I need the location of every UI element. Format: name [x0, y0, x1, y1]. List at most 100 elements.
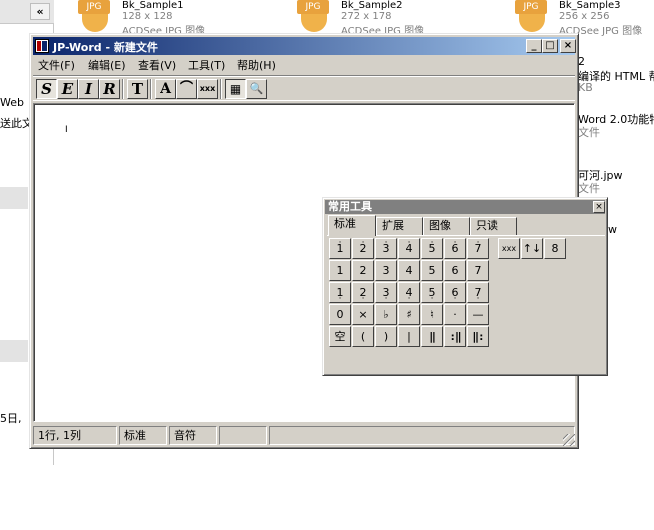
- note-key-label: ♮: [430, 308, 434, 321]
- file-name: Bk_Sample3: [559, 0, 621, 11]
- note-key[interactable]: 6 ·: [444, 282, 466, 304]
- note-key-label: ×: [358, 308, 368, 321]
- note-key-label: ): [383, 330, 389, 343]
- note-key[interactable]: 4 ·: [398, 282, 420, 304]
- window-title: JP-Word - 新建文件: [53, 41, 158, 54]
- palette-title: 常用工具: [328, 200, 372, 213]
- low-octave-dot-icon: ·: [384, 294, 388, 304]
- note-key-label: 3: [382, 264, 390, 277]
- arrows-button[interactable]: ↑↓: [521, 238, 543, 259]
- close-button[interactable]: ×: [560, 39, 576, 53]
- note-key[interactable]: 7 ·: [467, 282, 489, 304]
- tab-image[interactable]: 图像: [423, 217, 470, 235]
- palette-title-bar[interactable]: 常用工具 ×: [325, 200, 605, 214]
- note-key[interactable]: 5 ·: [421, 282, 443, 304]
- note-key[interactable]: 1: [329, 260, 351, 281]
- high-octave-dot-icon: ·: [453, 238, 457, 248]
- note-key[interactable]: 3 ·: [375, 282, 397, 304]
- note-key[interactable]: |: [398, 326, 420, 347]
- file-item[interactable]: JPG Bk_Sample3 256 x 256 ACDSee JPG 图像: [513, 0, 654, 37]
- style-r-button[interactable]: R: [99, 79, 120, 99]
- note-key[interactable]: 1 ·: [329, 238, 351, 259]
- high-octave-dot-icon: ·: [361, 238, 365, 248]
- file-item[interactable]: JPG Bk_Sample2 272 x 178 ACDSee JPG 图像: [295, 0, 445, 37]
- high-octave-dot-icon: ·: [407, 238, 411, 248]
- low-octave-dot-icon: ·: [361, 294, 365, 304]
- high-octave-dot-icon: ·: [384, 238, 388, 248]
- note-key-label: 5: [428, 264, 436, 277]
- style-e-button[interactable]: E: [57, 79, 78, 99]
- note-key[interactable]: ): [375, 326, 397, 347]
- menu-file[interactable]: 文件(F): [38, 57, 75, 73]
- note-key[interactable]: ♭: [375, 304, 397, 325]
- maximize-button[interactable]: □: [542, 39, 558, 53]
- note-key[interactable]: 7 ·: [467, 238, 489, 259]
- note-key[interactable]: :‖: [444, 326, 466, 347]
- note-key[interactable]: 4: [398, 260, 420, 281]
- status-position: 1行, 1列: [33, 426, 117, 445]
- note-key[interactable]: 6 ·: [444, 238, 466, 259]
- note-key[interactable]: 2: [352, 260, 374, 281]
- menu-bar: 文件(F) 编辑(E) 查看(V) 工具(T) 帮助(H): [33, 55, 575, 73]
- note-key[interactable]: (: [352, 326, 374, 347]
- app-icon[interactable]: [35, 39, 49, 53]
- note-key[interactable]: 3 ·: [375, 238, 397, 259]
- status-bar: 1行, 1列 标准 音符: [33, 426, 575, 446]
- note-key[interactable]: 5: [421, 260, 443, 281]
- note-key[interactable]: 7: [467, 260, 489, 281]
- note-key[interactable]: ·: [444, 304, 466, 325]
- low-octave-dot-icon: ·: [453, 294, 457, 304]
- note-key-label: :‖: [449, 330, 461, 343]
- lyric-button[interactable]: xxx: [197, 79, 218, 99]
- note-key[interactable]: 6: [444, 260, 466, 281]
- font-a-button[interactable]: A: [155, 79, 176, 99]
- note-key[interactable]: 3: [375, 260, 397, 281]
- left-panel-divider: [0, 340, 28, 362]
- minimize-button[interactable]: _: [526, 39, 542, 53]
- note-key-label: 4: [405, 264, 413, 277]
- note-key-label: (: [360, 330, 366, 343]
- resize-grip-icon[interactable]: [563, 434, 575, 446]
- file-name: Bk_Sample1: [122, 0, 184, 11]
- tab-standard[interactable]: 标准: [328, 215, 376, 236]
- note-key[interactable]: —: [467, 304, 489, 325]
- note-key[interactable]: ×: [352, 304, 374, 325]
- status-empty: [269, 426, 575, 445]
- note-key[interactable]: ‖: [421, 326, 443, 347]
- note-key[interactable]: ‖:: [467, 326, 489, 347]
- eight-button[interactable]: 8: [544, 238, 566, 259]
- note-key[interactable]: 2 ·: [352, 282, 374, 304]
- menu-tools[interactable]: 工具(T): [188, 57, 225, 73]
- tab-extended[interactable]: 扩展: [376, 217, 423, 235]
- note-key[interactable]: 2 ·: [352, 238, 374, 259]
- style-i-button[interactable]: I: [78, 79, 99, 99]
- collapse-chevron-icon[interactable]: «: [30, 3, 50, 20]
- menu-view[interactable]: 查看(V): [138, 57, 176, 73]
- note-key[interactable]: 1 ·: [329, 282, 351, 304]
- file-label: 2: [578, 55, 585, 68]
- note-key-label: ‖: [429, 330, 436, 343]
- file-dimensions: 128 x 128: [122, 11, 173, 22]
- slur-button[interactable]: ⌒: [176, 79, 197, 99]
- note-key[interactable]: ♯: [398, 304, 420, 325]
- note-key-label: 2: [359, 264, 367, 277]
- text-button[interactable]: T: [127, 79, 148, 99]
- note-key[interactable]: 0: [329, 304, 351, 325]
- style-s-button[interactable]: S: [36, 79, 57, 99]
- note-key[interactable]: 5 ·: [421, 238, 443, 259]
- menu-edit[interactable]: 编辑(E): [88, 57, 126, 73]
- lyric-line-button[interactable]: xxx: [498, 238, 520, 259]
- high-octave-dot-icon: ·: [430, 238, 434, 248]
- note-key[interactable]: 空: [329, 326, 351, 347]
- tab-readonly[interactable]: 只读: [470, 217, 517, 235]
- note-key[interactable]: ♮: [421, 304, 443, 325]
- magnifier-icon[interactable]: 🔍: [246, 79, 267, 99]
- calculator-icon[interactable]: ▦: [225, 79, 246, 99]
- status-type: 音符: [169, 426, 217, 445]
- palette-close-button[interactable]: ×: [593, 201, 605, 213]
- file-item[interactable]: JPG Bk_Sample1 128 x 128 ACDSee JPG 图像: [76, 0, 226, 37]
- title-bar[interactable]: JP-Word - 新建文件 _ □ ×: [33, 37, 576, 55]
- menu-help[interactable]: 帮助(H): [237, 57, 276, 73]
- high-octave-dot-icon: ·: [476, 238, 480, 248]
- note-key[interactable]: 4 ·: [398, 238, 420, 259]
